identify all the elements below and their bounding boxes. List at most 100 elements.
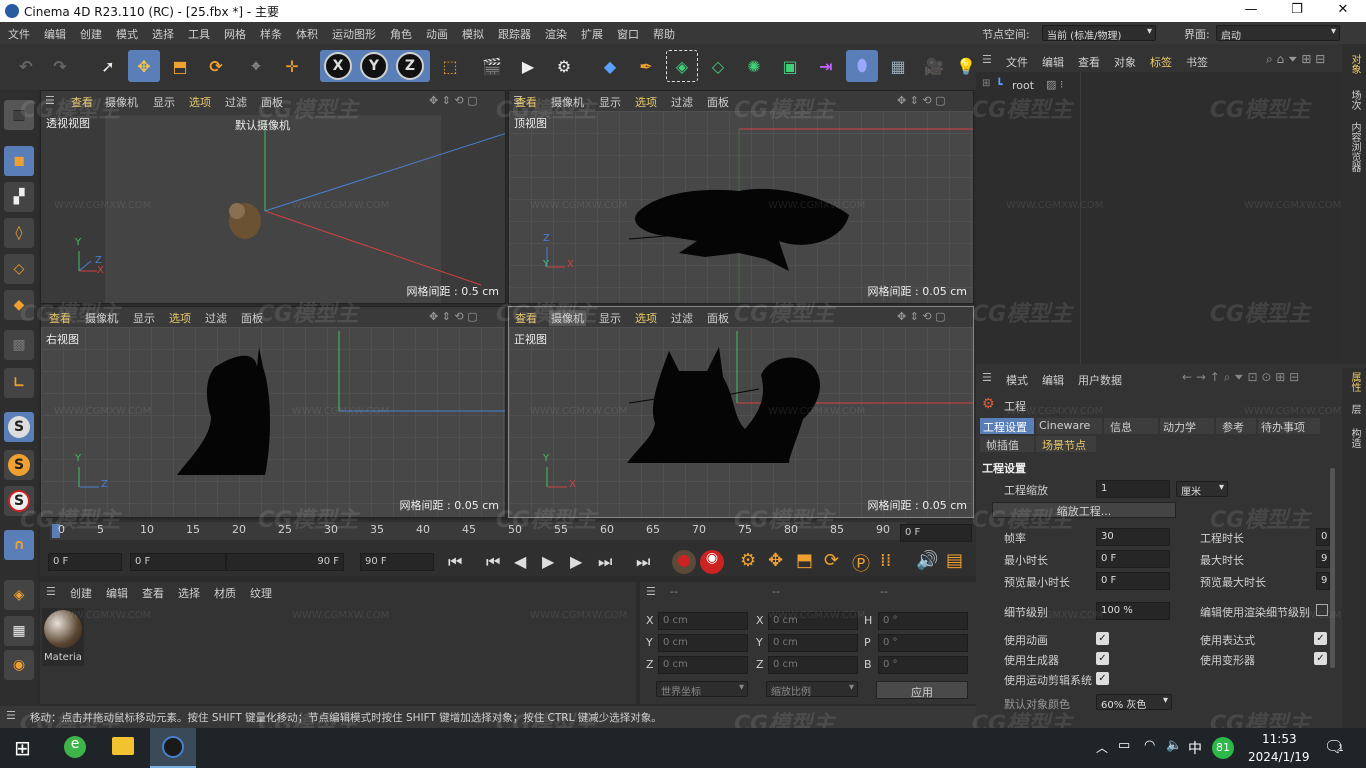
record-icon[interactable]: ● (672, 550, 696, 574)
lock-workplane-icon[interactable]: ▦ (4, 616, 34, 646)
deformer-icon[interactable]: ⇥ (810, 50, 842, 82)
snap-settings-icon[interactable]: S (4, 450, 34, 480)
scale-mode-select[interactable]: 缩放比例 (766, 681, 858, 698)
browser-icon[interactable]: e (64, 736, 86, 758)
film-strip-icon[interactable]: ▤ (946, 550, 963, 571)
obj-menu-view[interactable]: 查看 (1078, 54, 1100, 70)
render-settings-icon[interactable]: ⚙ (548, 50, 580, 82)
tab-reference[interactable]: 参考 (1216, 418, 1256, 434)
side-tab-structure[interactable]: 构造 (1347, 428, 1362, 448)
attr-menu-icon[interactable]: ☰ (982, 371, 992, 384)
magnet-icon[interactable]: ∩ (4, 530, 34, 560)
vp-menu-panel[interactable]: 面板 (261, 94, 283, 110)
menu-tracker[interactable]: 跟踪器 (498, 26, 531, 42)
menu-mode[interactable]: 模式 (116, 26, 138, 42)
menu-simulate[interactable]: 模拟 (462, 26, 484, 42)
vp-menu-view[interactable]: 查看 (515, 310, 537, 326)
polygons-mode-icon[interactable]: ◆ (4, 290, 34, 320)
viewport-nav-icon[interactable]: ✥ ⇕ ⟲ ▢ (897, 94, 946, 107)
workplane-icon[interactable]: ◈ (4, 580, 34, 610)
tab-dynamics[interactable]: 动力学 (1160, 418, 1214, 434)
scale-unit-select[interactable]: 厘米 (1176, 481, 1228, 498)
file-explorer-icon[interactable] (112, 737, 134, 755)
menu-character[interactable]: 角色 (390, 26, 412, 42)
camera-icon[interactable]: 🎥 (918, 50, 950, 82)
menu-mesh[interactable]: 网格 (224, 26, 246, 42)
status-menu-icon[interactable]: ☰ (6, 709, 16, 722)
use-generators-checkbox[interactable]: ✓ (1096, 652, 1109, 665)
key-scale-icon[interactable]: ⬒ (796, 550, 813, 571)
uv-mode-icon[interactable]: ▩ (4, 330, 34, 360)
previous-key-icon[interactable]: ⏮ (486, 552, 500, 572)
menu-spline[interactable]: 样条 (260, 26, 282, 42)
next-key-icon[interactable]: ⏭ (598, 552, 612, 572)
vp-menu-camera[interactable]: 摄像机 (551, 94, 584, 110)
cloner-icon[interactable]: ✺ (738, 50, 770, 82)
menu-render[interactable]: 渲染 (545, 26, 567, 42)
go-to-start-icon[interactable]: ⏮ (448, 552, 462, 572)
vp-menu-filter[interactable]: 过滤 (205, 310, 227, 326)
vp-menu-filter[interactable]: 过滤 (671, 310, 693, 326)
menu-extensions[interactable]: 扩展 (581, 26, 603, 42)
menu-tools[interactable]: 工具 (188, 26, 210, 42)
snap-icon[interactable]: S (4, 412, 34, 442)
mat-menu-select[interactable]: 选择 (178, 585, 200, 601)
side-tab-attributes[interactable]: 属性 (1347, 372, 1362, 392)
obj-menu-edit[interactable]: 编辑 (1042, 54, 1064, 70)
vp-menu-filter[interactable]: 过滤 (671, 94, 693, 110)
range-end-field[interactable]: 90 F (226, 553, 344, 571)
undo-icon[interactable]: ↶ (10, 50, 42, 82)
transform-tool-icon[interactable]: ✛ (276, 50, 308, 82)
vp-menu-options[interactable]: 选项 (169, 310, 191, 326)
start-frame-field[interactable]: 0 F (48, 553, 122, 571)
vp-menu-options[interactable]: 选项 (635, 94, 657, 110)
attr-nav-icons[interactable]: ← → ↑ ⌕ ⏷ ⊡ ⊙ ⊞ ⊟ (1182, 370, 1299, 385)
expand-icon[interactable]: ⊞ (982, 78, 990, 89)
preview-max-field[interactable]: 9 (1316, 572, 1330, 590)
ime-indicator[interactable]: 中 (1188, 738, 1202, 758)
vp-menu-options[interactable]: 选项 (189, 94, 211, 110)
menu-help[interactable]: 帮助 (653, 26, 675, 42)
vp-menu-panel[interactable]: 面板 (707, 94, 729, 110)
object-row-root[interactable]: ⊞ ┗ root ▨ ⁝ (980, 78, 1180, 94)
redo-icon[interactable]: ↷ (44, 50, 76, 82)
menu-animate[interactable]: 动画 (426, 26, 448, 42)
vp-menu-display[interactable]: 显示 (599, 310, 621, 326)
vp-menu-camera[interactable]: 摄像机 (105, 94, 138, 110)
end-frame-field[interactable]: 90 F (360, 553, 434, 571)
viewport-nav-icon[interactable]: ✥ ⇕ ⟲ ▢ (429, 310, 478, 323)
scale-project-button[interactable]: 缩放工程... (992, 502, 1176, 518)
maximize-button[interactable]: ❐ (1274, 2, 1320, 17)
vp-menu-display[interactable]: 显示 (599, 94, 621, 110)
key-parameter-icon[interactable]: Ⓟ (852, 550, 870, 576)
side-tab-layers[interactable]: 层 (1347, 404, 1362, 414)
go-to-end-icon[interactable]: ⏭ (636, 552, 650, 572)
floor-icon[interactable]: ▦ (882, 50, 914, 82)
material-menu-icon[interactable]: ☰ (46, 585, 56, 598)
battery-icon[interactable]: ▭ (1118, 738, 1130, 753)
visibility-icon[interactable]: ▨ ⁝ (1046, 78, 1063, 91)
edges-mode-icon[interactable]: ◇ (4, 254, 34, 284)
min-time-field[interactable]: 0 F (1096, 550, 1170, 568)
timeline-ruler[interactable] (50, 522, 906, 540)
use-expressions-checkbox[interactable]: ✓ (1314, 632, 1327, 645)
fps-field[interactable]: 30 (1096, 528, 1170, 546)
menu-mograph[interactable]: 运动图形 (332, 26, 376, 42)
vp-menu-options[interactable]: 选项 (635, 310, 657, 326)
key-rotation-icon[interactable]: ⟳ (824, 550, 839, 571)
field-icon[interactable]: ⬮ (846, 50, 878, 82)
duration-field[interactable]: 0 (1316, 528, 1330, 546)
apply-button[interactable]: 应用 (876, 681, 968, 699)
vp-menu-display[interactable]: 显示 (133, 310, 155, 326)
vp-menu-view[interactable]: 查看 (49, 310, 71, 326)
mat-menu-edit[interactable]: 编辑 (106, 585, 128, 601)
viewport-top[interactable]: ☰ 查看 摄像机 显示 选项 过滤 面板 ✥ ⇕ ⟲ ▢ Z Y X 顶视图 网… (508, 90, 974, 304)
attr-scrollbar[interactable] (1330, 468, 1335, 668)
tray-chevron-icon[interactable]: ︿ (1096, 739, 1108, 756)
mat-menu-create[interactable]: 创建 (70, 585, 92, 601)
scale-field[interactable]: 1 (1096, 480, 1170, 498)
vp-menu-filter[interactable]: 过滤 (225, 94, 247, 110)
menu-create[interactable]: 创建 (80, 26, 102, 42)
tab-cineware[interactable]: Cineware (1036, 418, 1102, 434)
coord-px-field[interactable]: 0 cm (658, 612, 748, 630)
